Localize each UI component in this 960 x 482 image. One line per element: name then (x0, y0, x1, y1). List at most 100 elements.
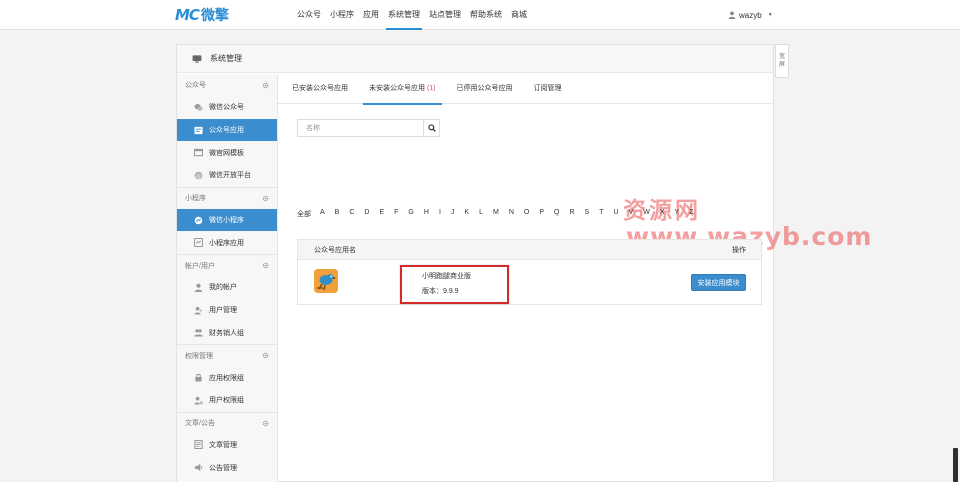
sidebar-item-announcement-management[interactable]: 公告管理 (177, 456, 277, 479)
wide-screen-label-2: 屏 (778, 62, 785, 68)
sidebar-group-label: 权限管理 (185, 352, 213, 360)
tab-label: 已安装公众号应用 (292, 85, 348, 92)
alpha-letter[interactable]: A (320, 209, 325, 219)
alpha-letter[interactable]: S (585, 209, 590, 219)
alpha-letter[interactable]: W (643, 209, 650, 219)
group-icon (194, 329, 203, 337)
sidebar-item-user-group[interactable]: 财务销人组 (177, 322, 277, 345)
app-name: 小明跑腿商业版 (422, 273, 471, 280)
app-version: 版本：9.9.9 (422, 288, 459, 295)
nav-miniprogram[interactable]: 小程序 (330, 0, 354, 30)
alpha-letter[interactable]: Y (674, 209, 679, 219)
announcement-icon (194, 463, 203, 472)
sidebar-group-gongzhonghao: 公众号 (177, 74, 277, 96)
runner-bird-icon (314, 269, 338, 293)
alpha-letter[interactable]: H (424, 209, 429, 219)
top-nav: 公众号 小程序 应用 系统管理 站点管理 帮助系统 商城 (297, 0, 536, 30)
sidebar-group-permissions: 权限管理 (177, 344, 277, 366)
gear-icon[interactable] (262, 262, 269, 269)
alpha-letter[interactable]: K (464, 209, 469, 219)
sidebar-group-label: 文章/公告 (185, 420, 215, 428)
alpha-letter[interactable]: N (509, 209, 514, 219)
logo[interactable]: MC 微擎 (175, 6, 229, 24)
alpha-letter[interactable]: L (479, 209, 483, 219)
sidebar-group-articles: 文章/公告 (177, 411, 277, 434)
users-icon (194, 306, 202, 315)
alpha-letter[interactable]: G (408, 209, 413, 219)
alpha-letter[interactable]: T (599, 209, 603, 219)
username: wazyb (739, 10, 762, 20)
tab-installed[interactable]: 已安装公众号应用 (292, 74, 348, 104)
sidebar-item-my-account[interactable]: 我的帐户 (177, 276, 277, 299)
nav-system-management[interactable]: 系统管理 (386, 0, 422, 30)
sidebar-item-label: 用户管理 (209, 307, 237, 315)
gear-icon[interactable] (262, 420, 269, 427)
miniapp-icon (194, 216, 203, 224)
sidebar-item-label: 应用权限组 (209, 374, 244, 382)
sidebar-group-accounts: 帐户/用户 (177, 254, 277, 276)
alpha-letter[interactable]: D (364, 209, 369, 219)
sidebar-item-template[interactable]: 微官网模板 (177, 141, 277, 164)
alpha-letter[interactable]: E (379, 209, 384, 219)
nav-site-management[interactable]: 站点管理 (429, 0, 461, 30)
tab-disabled[interactable]: 已停用公众号应用 (457, 74, 513, 104)
alpha-all[interactable]: 全部 (297, 209, 311, 219)
sidebar-item-open-platform[interactable]: @ 微信开放平台 (177, 164, 277, 187)
sidebar-item-miniapp-apps[interactable]: 小程序应用 (177, 231, 277, 254)
wide-screen-toggle[interactable]: 宽 屏 (775, 44, 789, 78)
alpha-letter[interactable]: V (629, 209, 634, 219)
alpha-letter[interactable]: X (660, 209, 665, 219)
alpha-letter[interactable]: J (451, 209, 455, 219)
nav-shop[interactable]: 商城 (511, 0, 527, 30)
alpha-letter[interactable]: M (493, 209, 499, 219)
scrollbar-thumb[interactable] (953, 448, 958, 482)
nav-help[interactable]: 帮助系统 (470, 0, 502, 30)
gear-icon[interactable] (262, 352, 269, 359)
tab-subscriptions[interactable]: 订阅管理 (534, 74, 562, 104)
watermark-cn: 资源网 (623, 198, 701, 224)
tab-not-installed[interactable]: 未安装公众号应用 (1) (363, 74, 441, 105)
sidebar-item-article-management[interactable]: 文章管理 (177, 434, 277, 457)
gear-icon[interactable] (262, 195, 269, 202)
alpha-letter[interactable]: O (524, 209, 529, 219)
alpha-letter[interactable]: C (349, 209, 354, 219)
sidebar-item-app-permission-group[interactable]: 应用权限组 (177, 366, 277, 389)
article-icon (194, 440, 203, 450)
panel-header: 系统管理 (177, 45, 773, 73)
alpha-letter[interactable]: U (613, 209, 618, 219)
sidebar-item-wechat-account[interactable]: 微信公众号 (177, 96, 277, 119)
sidebar: 公众号 微信公众号 公众号应用 微官网模板 @ 微信开放平台 小程序 微信小程序 (177, 74, 278, 482)
user-icon (728, 11, 736, 19)
top-bar: MC 微擎 公众号 小程序 应用 系统管理 站点管理 帮助系统 商城 wazyb… (0, 0, 960, 30)
table-row: 小明跑腿商业版 版本：9.9.9 安装应用模块 (298, 260, 761, 305)
alpha-letter[interactable]: I (439, 209, 441, 219)
svg-text:@: @ (196, 173, 201, 179)
sidebar-item-wechat-miniapp[interactable]: 微信小程序 (177, 208, 277, 232)
nav-apps[interactable]: 应用 (363, 0, 379, 30)
search-box (297, 119, 440, 137)
alpha-letter[interactable]: P (539, 209, 544, 219)
user-menu[interactable]: wazyb ▼ (728, 0, 773, 30)
table-header: 公众号应用名 操作 (298, 240, 761, 260)
sidebar-item-label: 财务销人组 (209, 329, 244, 337)
alpha-letter[interactable]: F (394, 209, 398, 219)
search-button[interactable] (423, 120, 439, 136)
alpha-letter[interactable]: Q (554, 209, 559, 219)
alpha-letter[interactable]: R (569, 209, 574, 219)
user-lock-icon (194, 396, 203, 405)
alpha-letter[interactable]: Z (689, 209, 693, 219)
search-input[interactable] (298, 120, 423, 136)
sidebar-item-user-permission-group[interactable]: 用户权限组 (177, 389, 277, 412)
sidebar-item-gzh-apps[interactable]: 公众号应用 (177, 118, 277, 142)
miniapp-app-icon (194, 238, 203, 248)
user-icon (194, 283, 203, 292)
sidebar-item-user-management[interactable]: 用户管理 (177, 299, 277, 322)
nav-gongzhonghao[interactable]: 公众号 (297, 0, 321, 30)
alpha-letter[interactable]: B (335, 209, 340, 219)
chevron-down-icon: ▼ (767, 12, 773, 18)
install-module-button[interactable]: 安装应用模块 (691, 274, 746, 291)
gear-icon[interactable] (262, 82, 269, 89)
sidebar-item-label: 小程序应用 (209, 239, 244, 247)
alphabet-filter: 全部 A B C D E F G H I J K L M N O P Q R S… (297, 209, 703, 219)
app-tabs: 已安装公众号应用 未安装公众号应用 (1) 已停用公众号应用 订阅管理 (278, 74, 774, 105)
